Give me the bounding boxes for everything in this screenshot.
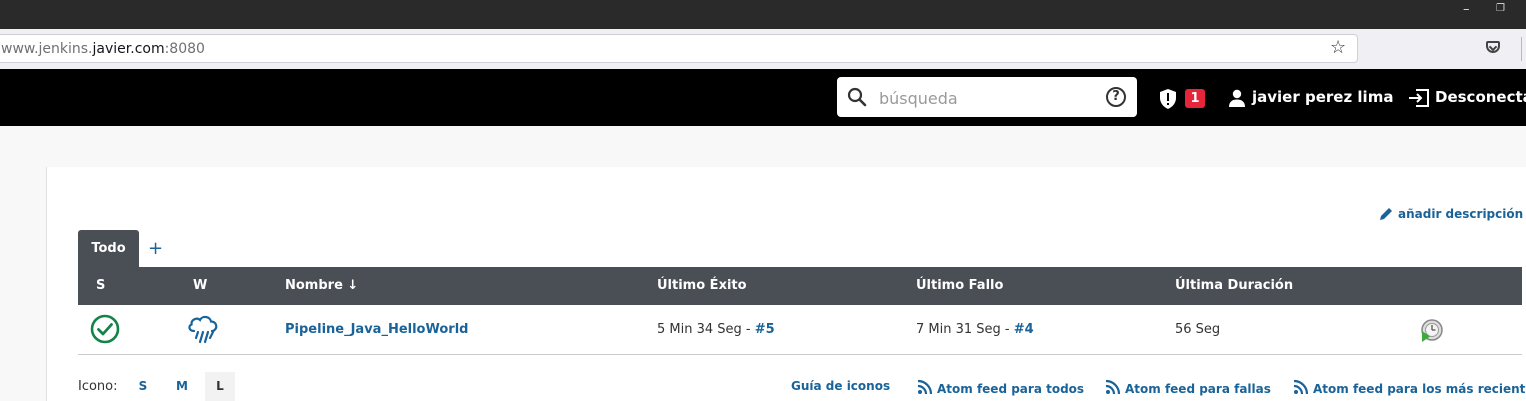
- icon-size-s-button[interactable]: S: [128, 372, 158, 401]
- toolbar-divider: [1521, 37, 1522, 61]
- search-input[interactable]: [877, 83, 1101, 113]
- user-name-link[interactable]: javier perez lima: [1252, 88, 1393, 106]
- col-weather[interactable]: W: [193, 278, 207, 293]
- add-view-tab[interactable]: +: [148, 238, 163, 259]
- success-icon[interactable]: [90, 314, 120, 344]
- last-success-time: 5 Min 34 Seg -: [657, 322, 755, 337]
- tab-todo[interactable]: Todo: [78, 230, 139, 267]
- logout-icon[interactable]: [1408, 88, 1430, 108]
- schedule-build-icon[interactable]: [1420, 318, 1444, 342]
- rss-icon: [1105, 379, 1121, 395]
- atom-feed-all-link[interactable]: Atom feed para todos: [917, 379, 1084, 396]
- logout-link[interactable]: Desconectar: [1435, 88, 1526, 106]
- alert-count-badge[interactable]: 1: [1185, 89, 1205, 108]
- browser-toolbar: www.jenkins.javier.com:8080 ☆: [0, 29, 1526, 69]
- atom-feed-failures-label: Atom feed para fallas: [1125, 382, 1271, 396]
- last-failure-cell: 7 Min 31 Seg - #4: [916, 322, 1034, 337]
- add-description-link[interactable]: añadir descripción: [1378, 206, 1523, 222]
- col-name[interactable]: Nombre ↓: [285, 278, 358, 293]
- address-bar[interactable]: www.jenkins.javier.com:8080 ☆: [0, 34, 1358, 63]
- table-row: Pipeline_Java_HelloWorld 5 Min 34 Seg - …: [78, 305, 1522, 355]
- last-duration-cell: 56 Seg: [1175, 322, 1221, 337]
- add-description-label: añadir descripción: [1398, 207, 1524, 221]
- pencil-icon: [1380, 208, 1392, 220]
- weather-rain-icon[interactable]: [186, 313, 220, 345]
- last-failure-time: 7 Min 31 Seg -: [916, 322, 1014, 337]
- atom-feed-all-label: Atom feed para todos: [937, 382, 1085, 396]
- atom-feed-latest-label: Atom feed para los más recientes: [1313, 382, 1526, 396]
- last-success-cell: 5 Min 34 Seg - #5: [657, 322, 775, 337]
- rss-icon: [917, 379, 933, 395]
- icon-size-label: Icono:: [78, 379, 118, 394]
- col-last-duration[interactable]: Última Duración: [1175, 278, 1293, 293]
- pocket-icon[interactable]: [1486, 41, 1500, 53]
- minimize-icon[interactable]: –: [1463, 2, 1470, 17]
- star-icon[interactable]: ☆: [1330, 37, 1346, 58]
- rss-icon: [1293, 379, 1309, 395]
- restore-icon[interactable]: ❐: [1496, 3, 1505, 14]
- search-icon[interactable]: [847, 87, 867, 107]
- shield-icon[interactable]: [1158, 88, 1178, 110]
- url-text[interactable]: www.jenkins.javier.com:8080: [1, 41, 205, 57]
- user-icon[interactable]: [1228, 89, 1246, 107]
- page-header: ? 1 javier perez lima Desconectar: [0, 69, 1526, 126]
- browser-titlebar: – ❐: [0, 0, 1526, 29]
- jobs-table-header: S W Nombre ↓ Último Éxito Último Fallo Ú…: [78, 267, 1522, 305]
- col-last-success[interactable]: Último Éxito: [657, 278, 747, 293]
- atom-feed-latest-link[interactable]: Atom feed para los más recientes: [1293, 379, 1526, 396]
- last-failure-build-link[interactable]: #4: [1014, 322, 1034, 337]
- icon-size-m-button[interactable]: M: [167, 372, 197, 401]
- icon-size-l-button[interactable]: L: [205, 372, 235, 401]
- help-icon[interactable]: ?: [1106, 87, 1126, 107]
- breadcrumb-bar: [0, 126, 1526, 167]
- col-status[interactable]: S: [96, 278, 105, 293]
- icon-legend-link[interactable]: Guía de iconos: [791, 379, 890, 393]
- search-box: ?: [837, 77, 1137, 117]
- last-success-build-link[interactable]: #5: [755, 322, 775, 337]
- atom-feed-failures-link[interactable]: Atom feed para fallas: [1105, 379, 1271, 396]
- job-name-link[interactable]: Pipeline_Java_HelloWorld: [285, 322, 468, 337]
- col-last-failure[interactable]: Último Fallo: [916, 278, 1003, 293]
